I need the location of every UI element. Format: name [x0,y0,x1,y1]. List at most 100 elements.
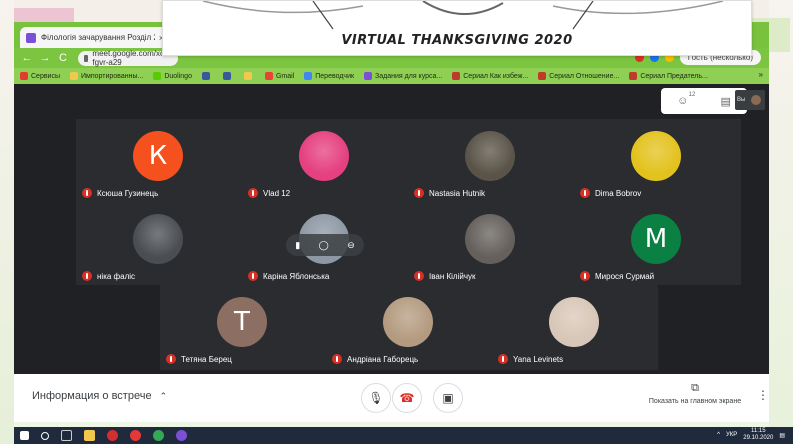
language-indicator[interactable]: УКР [726,432,737,438]
chat-icon[interactable]: ▤ [720,95,730,108]
participant-label: Nastasia Hutnik [414,188,485,198]
tray-chevron-icon[interactable]: ^ [717,432,720,438]
bookmark-favicon-icon [264,72,273,80]
participant-avatar [299,131,349,181]
bookmarks-more-button[interactable]: » [759,70,763,79]
mic-off-icon [498,354,508,364]
participant-tile[interactable]: T Тетяна Берец [160,285,326,368]
viber-icon[interactable] [176,430,187,441]
participants-icon[interactable]: ☺ 12 [677,92,695,107]
bookmark-item[interactable] [222,72,234,80]
browser-tab[interactable]: Філологія зачарування Розділ 2 × [20,27,170,48]
participant-name: Nastasia Hutnik [429,188,486,198]
bookmark-label: Сериал Как избеж... [463,72,529,80]
participant-tile[interactable]: Dima Bobrov [574,119,740,202]
present-screen-button[interactable]: ⧉ Показать на главном экране [635,382,755,405]
end-call-button[interactable]: ☎︎ [392,383,422,413]
bookmark-item[interactable]: Переводчик [304,72,354,80]
meet-stage: ☺ 12 ▤ Вы К Ксюша Гузинець Vlad 12 Nastasia … [14,84,769,374]
participant-tile[interactable]: Vlad 12 [242,119,408,202]
meeting-info-button[interactable]: Информация о встрече ⌃ [32,390,167,402]
participant-name: ніка фаліс [97,271,136,281]
mic-off-icon [580,188,590,198]
opera-icon[interactable] [107,430,118,441]
participant-label: Тетяна Берец [166,354,232,364]
more-options-button[interactable]: ⋮ [757,388,769,402]
windows-start-icon[interactable] [20,431,29,440]
bookmark-favicon-icon [201,72,210,80]
bookmark-item[interactable]: Сериал Как избеж... [452,72,528,80]
bookmark-favicon-icon [70,72,79,80]
task-view-icon[interactable] [61,430,72,441]
participant-tile[interactable]: M Мирося Сурмай [574,202,740,285]
camera-button[interactable]: ▣ [433,383,463,413]
participant-avatar: M [631,214,681,264]
tab-title: Філологія зачарування Розділ 2 [41,33,155,42]
forward-button[interactable]: → [38,52,52,64]
bookmark-item[interactable]: Gmail [264,72,295,80]
participant-avatar [383,297,433,347]
windows-taskbar: ^ УКР 11:15 29.10.2020 ▤ [14,427,793,444]
bookmark-item[interactable] [243,72,255,80]
search-icon[interactable] [41,431,49,440]
bookmark-favicon-icon [538,72,547,80]
participant-tile[interactable]: Yana Levinets [492,285,658,368]
participant-label: Vlad 12 [248,188,290,198]
participant-label: Іван Кілійчук [414,271,476,281]
participant-tile[interactable]: Андріана Габорець [326,285,492,368]
mic-off-icon [248,188,258,198]
participant-avatar: T [217,297,267,347]
bookmark-item[interactable]: Сериал Предатель... [629,72,708,80]
bookmark-item[interactable]: Duolingo [153,72,192,80]
mic-off-icon [332,354,342,364]
clock[interactable]: 11:15 29.10.2020 [743,428,773,442]
participant-label: Yana Levinets [498,354,563,364]
bookmarks-bar: Сервисы Импортированны... Duolingo Gmail Пер… [14,68,769,84]
participant-tile[interactable]: Nastasia Hutnik [408,119,574,202]
participant-avatar [631,131,681,181]
bookmark-favicon-icon [243,72,252,80]
participant-avatar: К [133,131,183,181]
participant-tile[interactable]: ніка фаліс [76,202,242,285]
thanksgiving-banner: VIRTUAL THANKSGIVING 2020 [162,0,752,56]
participant-avatar [549,297,599,347]
system-tray: ^ УКР 11:15 29.10.2020 ▤ [717,428,785,442]
chrome-icon[interactable] [153,430,164,441]
bookmark-label: Задания для курса... [375,72,443,80]
yandex-icon[interactable] [130,430,141,441]
microphone-button[interactable]: 🎙︎ [361,383,391,413]
bookmark-item[interactable] [201,72,213,80]
participant-tile[interactable]: Іван Кілійчук [408,202,574,285]
participant-tile[interactable]: К Ксюша Гузинець [76,119,242,202]
notifications-icon[interactable]: ▤ [779,432,785,439]
clock-time: 11:15 [751,428,766,434]
participant-name: Dima Bobrov [595,188,642,198]
camera-icon: ▣ [442,391,454,405]
pin-icon[interactable]: ▮ [295,240,300,251]
participant-avatar [465,214,515,264]
bookmark-item[interactable]: Сериал Отношение... [538,72,619,80]
bookmark-label: Gmail [275,72,295,80]
reload-button[interactable]: C [56,52,70,64]
self-view[interactable]: Вы [735,90,765,110]
meet-bottom-bar: Информация о встрече ⌃ 🎙︎ ☎︎ ▣ ⧉ Показат… [14,374,769,422]
participant-label: ніка фаліс [82,271,135,281]
bookmark-item[interactable]: Задания для курса... [364,72,442,80]
clock-date: 29.10.2020 [743,435,774,441]
bookmark-favicon-icon [304,72,313,80]
tile-hover-controls[interactable]: ▮ ◯ ⊖ [286,234,364,256]
banner-title: VIRTUAL THANKSGIVING 2020 [341,33,573,48]
participant-name: Ксюша Гузинець [97,188,159,198]
file-explorer-icon[interactable] [84,430,95,441]
participant-avatar [465,131,515,181]
remove-user-icon[interactable]: ⊖ [347,240,355,251]
bookmark-item[interactable]: Сервисы [20,72,60,80]
mic-off-icon [82,188,92,198]
mute-user-icon[interactable]: ◯ [319,240,329,251]
back-button[interactable]: ← [20,52,34,64]
photo-frame-right [769,0,793,444]
participant-name: Каріна Яблонська [263,271,330,281]
lock-icon [84,54,89,62]
participant-label: Андріана Габорець [332,354,418,364]
bookmark-item[interactable]: Импортированны... [70,72,143,80]
